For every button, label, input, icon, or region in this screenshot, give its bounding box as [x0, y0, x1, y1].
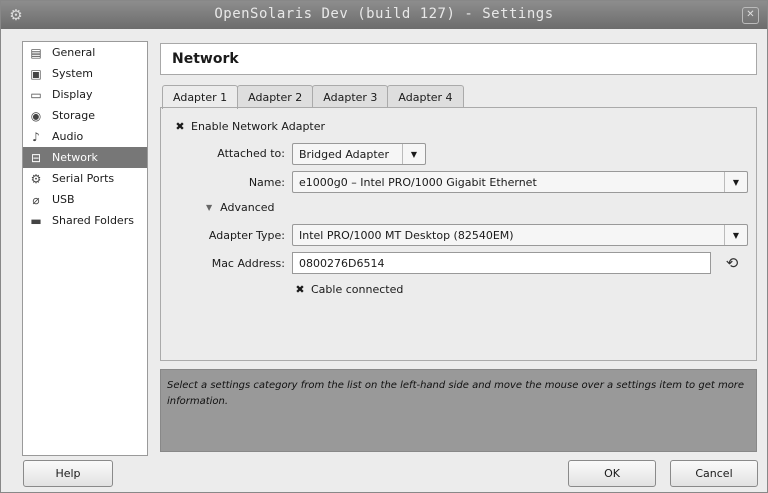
enable-adapter-label: Enable Network Adapter — [191, 120, 326, 133]
name-value: e1000g0 – Intel PRO/1000 Gigabit Etherne… — [299, 175, 537, 189]
sidebar-item-network[interactable]: ⊟ Network — [23, 147, 147, 168]
sidebar-item-audio[interactable]: ♪ Audio — [23, 126, 147, 147]
expand-triangle-icon: ▼ — [206, 203, 213, 212]
ok-button[interactable]: OK — [568, 460, 656, 487]
storage-icon: ◉ — [30, 108, 42, 123]
adapter-type-select[interactable]: Intel PRO/1000 MT Desktop (82540EM) ▼ — [292, 224, 748, 246]
name-select[interactable]: e1000g0 – Intel PRO/1000 Gigabit Etherne… — [292, 171, 748, 193]
settings-category-list[interactable]: ▤ General ▣ System ▭ Display ◉ Storage ♪… — [22, 41, 148, 456]
info-text: Select a settings category from the list… — [167, 380, 745, 407]
close-icon[interactable]: ✕ — [742, 7, 759, 24]
sidebar-item-general[interactable]: ▤ General — [23, 42, 147, 63]
enable-adapter-checkbox[interactable]: ✖ Enable Network Adapter — [174, 120, 325, 133]
mac-address-label: Mac Address: — [211, 257, 285, 270]
network-icon: ⊟ — [30, 150, 42, 165]
info-panel: Select a settings category from the list… — [160, 369, 757, 452]
tab-adapter-3[interactable]: Adapter 3 — [312, 85, 389, 108]
display-icon: ▭ — [30, 87, 42, 102]
chevron-down-icon: ▼ — [724, 172, 747, 192]
adapter-tabs: Adapter 1 Adapter 2 Adapter 3 Adapter 4 — [162, 85, 464, 109]
tab-adapter-2[interactable]: Adapter 2 — [237, 85, 314, 108]
sidebar-item-label: Serial Ports — [52, 172, 115, 185]
attached-to-value: Bridged Adapter — [299, 147, 389, 161]
attached-to-select[interactable]: Bridged Adapter ▼ — [292, 143, 426, 165]
sidebar-item-label: Shared Folders — [52, 214, 134, 227]
usb-icon: ⌀ — [32, 192, 40, 207]
sidebar-item-label: System — [52, 67, 94, 80]
sidebar-item-label: Audio — [52, 130, 84, 143]
sidebar-item-label: Display — [52, 88, 93, 101]
checkmark-icon: ✖ — [295, 282, 305, 296]
sidebar-item-serial-ports[interactable]: ⚙ Serial Ports — [23, 168, 147, 189]
system-icon: ▣ — [30, 66, 42, 81]
audio-icon: ♪ — [32, 129, 40, 144]
chevron-down-icon: ▼ — [402, 144, 425, 164]
attached-to-label: Attached to: — [217, 147, 285, 160]
page-header: Network — [160, 43, 757, 75]
sidebar-item-label: Storage — [52, 109, 96, 122]
tab-adapter-1[interactable]: Adapter 1 — [162, 85, 239, 109]
sidebar-item-storage[interactable]: ◉ Storage — [23, 105, 147, 126]
generate-mac-refresh-icon[interactable]: ⟲ — [723, 254, 741, 272]
advanced-label: Advanced — [220, 201, 275, 214]
serial-ports-icon: ⚙ — [30, 171, 42, 186]
settings-window: ⚙ OpenSolaris Dev (build 127) - Settings… — [0, 0, 768, 493]
page-title: Network — [172, 51, 239, 67]
help-button[interactable]: Help — [23, 460, 113, 487]
sidebar-item-system[interactable]: ▣ System — [23, 63, 147, 84]
sidebar-item-label: USB — [52, 193, 75, 206]
name-label: Name: — [248, 176, 285, 189]
sidebar-item-shared-folders[interactable]: ▬ Shared Folders — [23, 210, 147, 231]
cancel-button[interactable]: Cancel — [670, 460, 758, 487]
advanced-expander[interactable]: ▼ Advanced — [206, 201, 275, 214]
tab-adapter-4[interactable]: Adapter 4 — [387, 85, 464, 108]
cable-connected-label: Cable connected — [311, 283, 404, 296]
sidebar-item-label: General — [52, 46, 96, 59]
adapter-type-value: Intel PRO/1000 MT Desktop (82540EM) — [299, 228, 514, 242]
mac-address-field[interactable]: 0800276D6514 — [292, 252, 711, 274]
sidebar-item-display[interactable]: ▭ Display — [23, 84, 147, 105]
title-bar[interactable]: ⚙ OpenSolaris Dev (build 127) - Settings… — [1, 1, 767, 29]
sidebar-item-usb[interactable]: ⌀ USB — [23, 189, 147, 210]
chevron-down-icon: ▼ — [724, 225, 747, 245]
checkmark-icon: ✖ — [175, 119, 185, 133]
cable-connected-checkbox[interactable]: ✖ Cable connected — [294, 283, 403, 296]
adapter-type-label: Adapter Type: — [208, 229, 285, 242]
window-title: OpenSolaris Dev (build 127) - Settings — [214, 6, 554, 22]
shared-folders-icon: ▬ — [30, 213, 42, 228]
mac-address-value: 0800276D6514 — [299, 256, 385, 270]
general-icon: ▤ — [30, 45, 42, 60]
sidebar-item-label: Network — [52, 151, 98, 164]
